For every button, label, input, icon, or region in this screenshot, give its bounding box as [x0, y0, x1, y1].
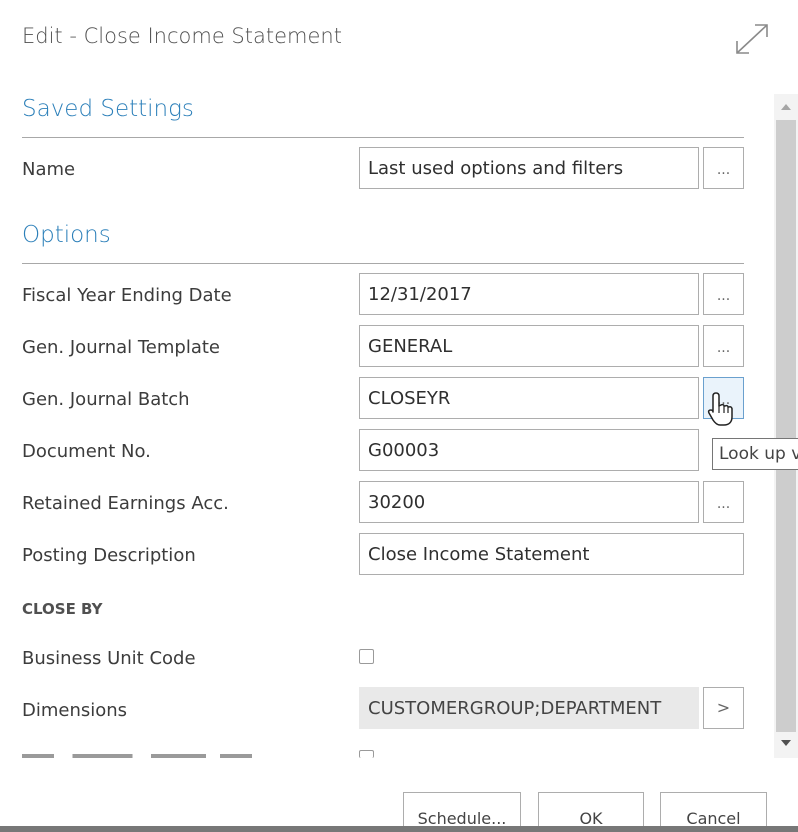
vertical-scrollbar[interactable] — [774, 94, 798, 758]
section-title-saved-settings: Saved Settings — [22, 96, 194, 122]
scroll-down-arrow-icon[interactable] — [781, 740, 791, 746]
fiscal-year-ending-date-label: Fiscal Year Ending Date — [22, 285, 232, 306]
scroll-thumb[interactable] — [776, 120, 796, 732]
dimensions-drilldown-button[interactable]: > — [703, 687, 744, 729]
gen-journal-template-lookup-button[interactable]: ... — [703, 325, 744, 367]
name-label: Name — [22, 159, 76, 180]
document-no-field[interactable] — [359, 429, 699, 471]
name-lookup-button[interactable]: ... — [703, 147, 744, 189]
retained-earnings-acc-label: Retained Earnings Acc. — [22, 493, 229, 514]
retained-earnings-acc-lookup-button[interactable]: ... — [703, 481, 744, 523]
gen-journal-batch-field[interactable] — [359, 377, 699, 419]
gen-journal-template-label: Gen. Journal Template — [22, 337, 220, 358]
posting-description-label: Posting Description — [22, 545, 196, 566]
business-unit-code-checkbox[interactable] — [359, 649, 374, 664]
name-field[interactable] — [359, 147, 699, 189]
section-divider — [22, 137, 744, 138]
fiscal-year-ending-date-lookup-button[interactable]: ... — [703, 273, 744, 315]
close-by-heading: CLOSE BY — [22, 600, 103, 618]
dimensions-label: Dimensions — [22, 700, 128, 721]
expand-icon[interactable] — [734, 22, 770, 56]
page-title: Edit - Close Income Statement — [22, 24, 342, 48]
clipped-row-label — [22, 752, 252, 758]
section-divider — [22, 263, 744, 264]
section-title-options: Options — [22, 222, 111, 248]
retained-earnings-acc-field[interactable] — [359, 481, 699, 523]
gen-journal-batch-label: Gen. Journal Batch — [22, 389, 190, 410]
lookup-tooltip: Look up v — [712, 438, 798, 470]
posting-description-field[interactable] — [359, 533, 744, 575]
dimensions-field — [359, 687, 699, 729]
document-no-label: Document No. — [22, 441, 151, 462]
business-unit-code-label: Business Unit Code — [22, 648, 196, 669]
gen-journal-template-field[interactable] — [359, 325, 699, 367]
dialog-content: Saved Settings Name ... Options Fiscal Y… — [0, 90, 772, 758]
hand-pointer-icon — [707, 392, 733, 426]
clipped-row-checkbox[interactable] — [359, 750, 374, 758]
bottom-bar — [0, 826, 798, 832]
scroll-up-arrow-icon[interactable] — [781, 104, 791, 110]
fiscal-year-ending-date-field[interactable] — [359, 273, 699, 315]
